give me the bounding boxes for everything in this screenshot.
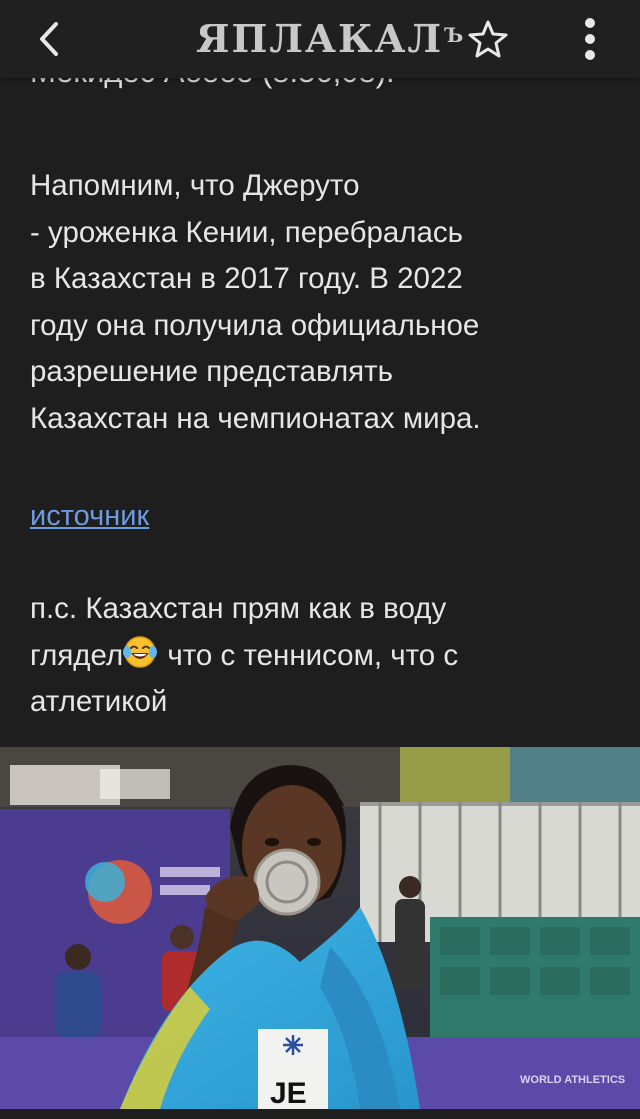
text-line: - уроженка Кении, перебралась [30,215,464,249]
top-app-bar: ЯПЛАКАЛЪ [0,0,640,78]
chevron-left-icon [40,22,58,56]
bib-text: JE [270,1077,307,1109]
logo-text: ЯПЛАКАЛ [196,16,444,61]
article-paragraph-ps: п.с. Казахстан прям как в воду глядел чт… [30,586,630,726]
back-button[interactable] [8,0,88,78]
article-paragraph: Напомним, что Джеруто - уроженка Кении, … [30,163,630,442]
laughing-tears-emoji-icon [123,635,158,668]
text-line: Напомним, что Джеруто [30,169,360,202]
text-segment: что с теннисом, что с [159,638,459,672]
favorite-button[interactable] [448,0,528,78]
text-segment: глядел [30,638,124,672]
text-line: в Казахстан в 2017 году. В 2022 [30,262,463,295]
athlete-photo-illustration: WORLD ATHLETICS JE [0,747,640,1109]
site-logo[interactable]: ЯПЛАКАЛЪ [196,16,463,62]
text-line: атлетикой [30,685,168,718]
text-line: году она получила официальное [30,308,480,342]
text-line: разрешение представлять [30,355,394,388]
star-outline-icon [468,20,508,58]
banner-text: WORLD ATHLETICS [520,1074,625,1086]
more-vertical-icon [585,18,595,60]
source-link[interactable]: источник [30,496,149,536]
text-line: глядел что с теннисом, что с [30,633,630,680]
text-line: п.с. Казахстан прям как в воду [30,592,447,625]
text-line: Казахстан на чемпионатах мира. [30,401,481,435]
more-options-button[interactable] [552,0,632,78]
article-photo[interactable]: WORLD ATHLETICS JE [0,747,640,1109]
